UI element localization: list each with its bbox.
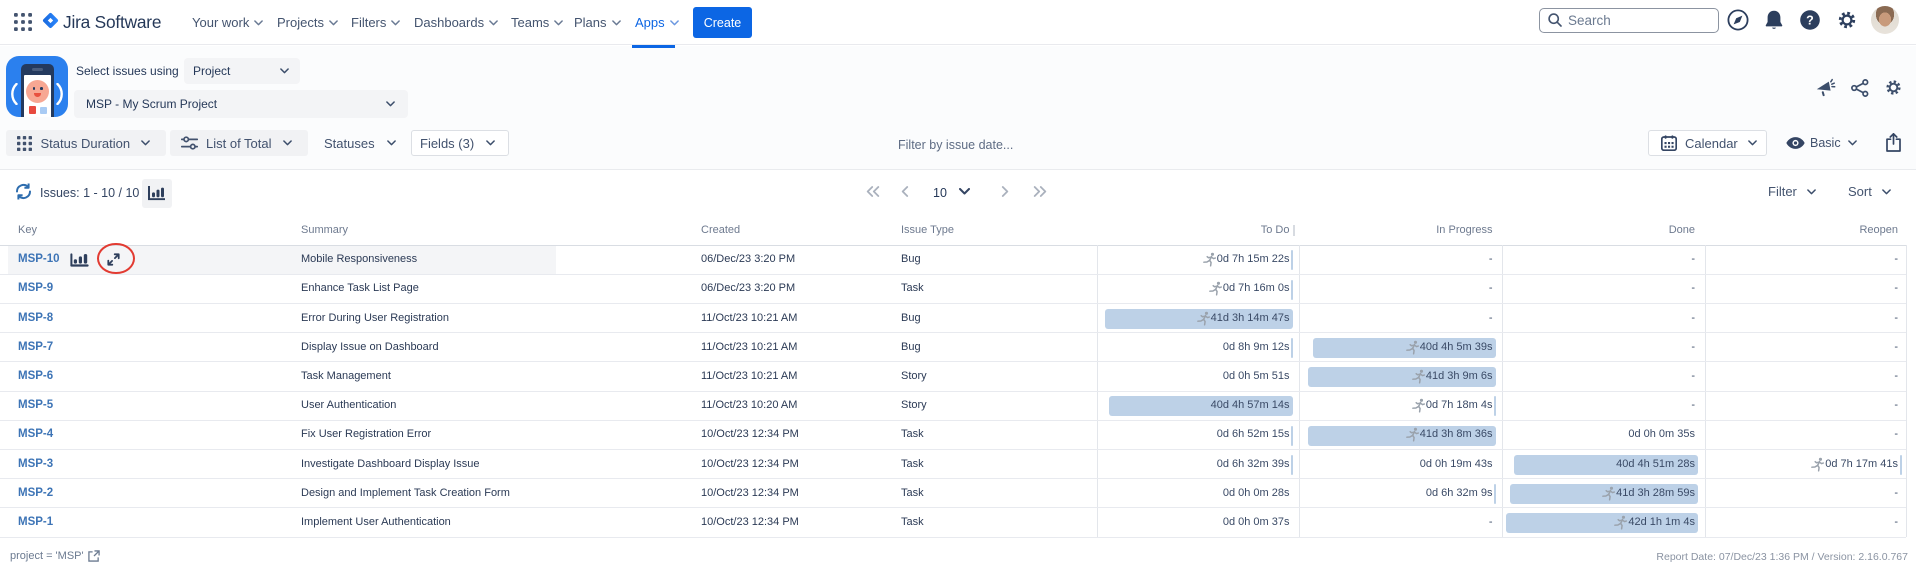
svg-text:?: ? [1806, 13, 1814, 27]
